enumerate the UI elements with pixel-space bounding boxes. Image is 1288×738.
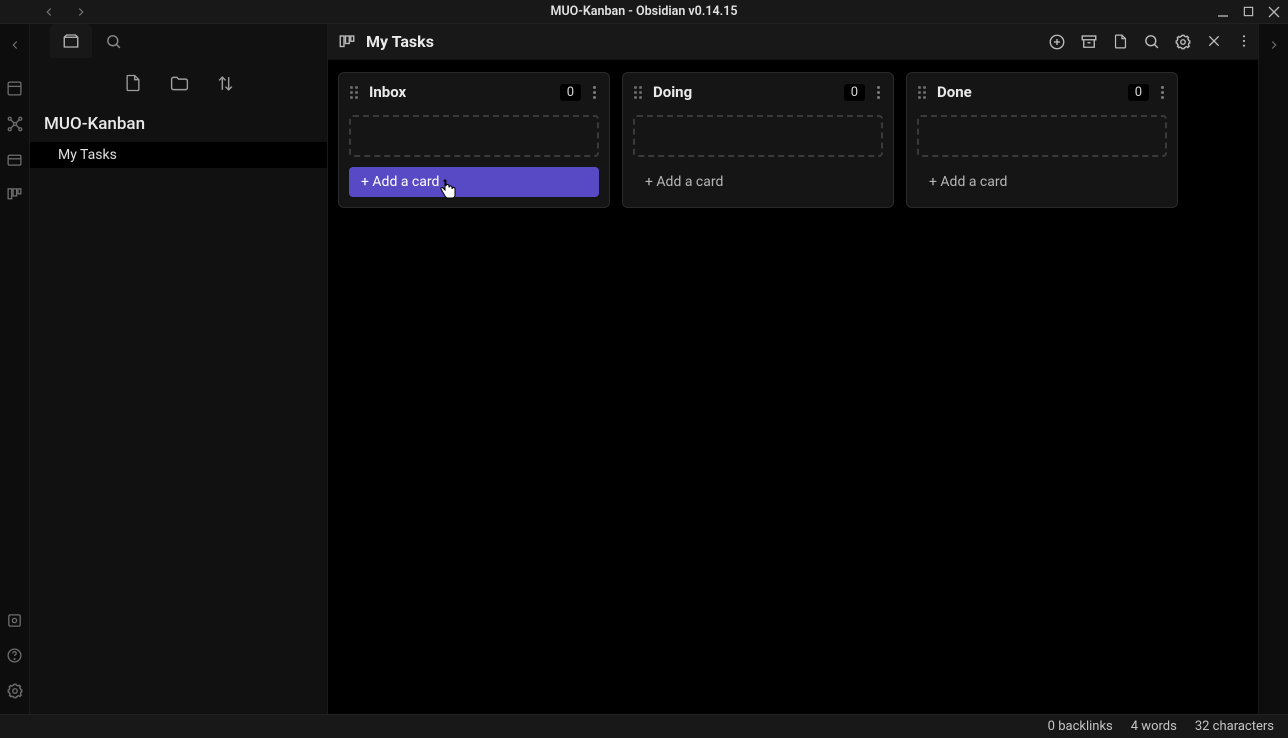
lane-title: Inbox: [369, 83, 406, 101]
file-explorer-sidebar: MUO-Kanban My Tasks: [30, 24, 328, 714]
editor-pane: My Tasks: [328, 24, 1258, 714]
add-card-label: + Add a card: [929, 174, 1007, 190]
lane-count-badge: 0: [560, 84, 581, 101]
window-title: MUO-Kanban - Obsidian v0.14.15: [0, 4, 1288, 19]
kanban-board: Inbox 0 + Add a card Doing 0: [328, 60, 1258, 714]
lane-menu-button[interactable]: [589, 86, 599, 99]
lane-count-badge: 0: [844, 84, 865, 101]
left-ribbon: [0, 24, 30, 714]
board-settings-button[interactable]: [1174, 33, 1192, 51]
window-close-button[interactable]: [1268, 6, 1280, 18]
add-card-button[interactable]: + Add a card: [349, 167, 599, 197]
more-options-button[interactable]: [1236, 33, 1252, 51]
vault-icon[interactable]: [6, 612, 24, 629]
lane-done: Done 0 + Add a card: [906, 72, 1178, 208]
quick-switcher-icon[interactable]: [6, 80, 24, 97]
kanban-view-icon: [338, 33, 356, 51]
add-card-label: + Add a card: [361, 174, 439, 190]
statusbar: 0 backlinks 4 words 32 characters: [0, 714, 1288, 738]
lane-doing: Doing 0 + Add a card: [622, 72, 894, 208]
window-maximize-button[interactable]: [1243, 6, 1254, 18]
close-pane-button[interactable]: [1206, 33, 1222, 51]
drag-handle-icon[interactable]: [631, 85, 645, 99]
add-card-label: + Add a card: [645, 174, 723, 190]
lane-menu-button[interactable]: [873, 86, 883, 99]
status-word-count: 4 words: [1131, 719, 1177, 734]
card-dropzone[interactable]: [349, 115, 599, 157]
titlebar: MUO-Kanban - Obsidian v0.14.15: [0, 0, 1288, 24]
sidebar-tab-files[interactable]: [50, 24, 92, 58]
add-card-button[interactable]: + Add a card: [917, 167, 1167, 197]
file-item-my-tasks[interactable]: My Tasks: [30, 142, 327, 168]
lane-title: Done: [937, 83, 972, 101]
vault-title: MUO-Kanban: [30, 108, 327, 142]
card-dropzone[interactable]: [917, 115, 1167, 157]
window-minimize-button[interactable]: [1217, 6, 1229, 18]
graph-view-icon[interactable]: [6, 115, 24, 133]
add-card-button[interactable]: + Add a card: [633, 167, 883, 197]
kanban-plugin-icon[interactable]: [6, 186, 24, 203]
lane-count-badge: 0: [1128, 84, 1149, 101]
add-list-button[interactable]: [1048, 33, 1066, 51]
right-ribbon: [1258, 24, 1288, 714]
lane-inbox: Inbox 0 + Add a card: [338, 72, 610, 208]
help-icon[interactable]: [6, 647, 24, 664]
pane-title: My Tasks: [366, 32, 434, 51]
drag-handle-icon[interactable]: [347, 85, 361, 99]
note-button[interactable]: [1112, 33, 1129, 51]
daily-note-icon[interactable]: [6, 151, 24, 168]
nav-back-button[interactable]: [42, 5, 56, 19]
sort-order-button[interactable]: [216, 74, 235, 93]
collapse-sidebar-button[interactable]: [8, 38, 22, 52]
archive-button[interactable]: [1080, 33, 1098, 51]
search-board-button[interactable]: [1143, 33, 1160, 51]
status-char-count: 32 characters: [1195, 719, 1274, 734]
cursor-pointer-icon: [439, 179, 457, 201]
expand-right-sidebar-button[interactable]: [1267, 38, 1281, 52]
nav-forward-button[interactable]: [74, 5, 88, 19]
new-note-button[interactable]: [123, 73, 143, 93]
new-folder-button[interactable]: [169, 73, 190, 94]
lane-title: Doing: [653, 83, 692, 101]
status-backlinks[interactable]: 0 backlinks: [1048, 719, 1113, 734]
settings-icon[interactable]: [6, 682, 24, 700]
pane-header: My Tasks: [328, 24, 1258, 60]
sidebar-tab-search[interactable]: [92, 24, 134, 58]
lane-menu-button[interactable]: [1157, 86, 1167, 99]
drag-handle-icon[interactable]: [915, 85, 929, 99]
card-dropzone[interactable]: [633, 115, 883, 157]
